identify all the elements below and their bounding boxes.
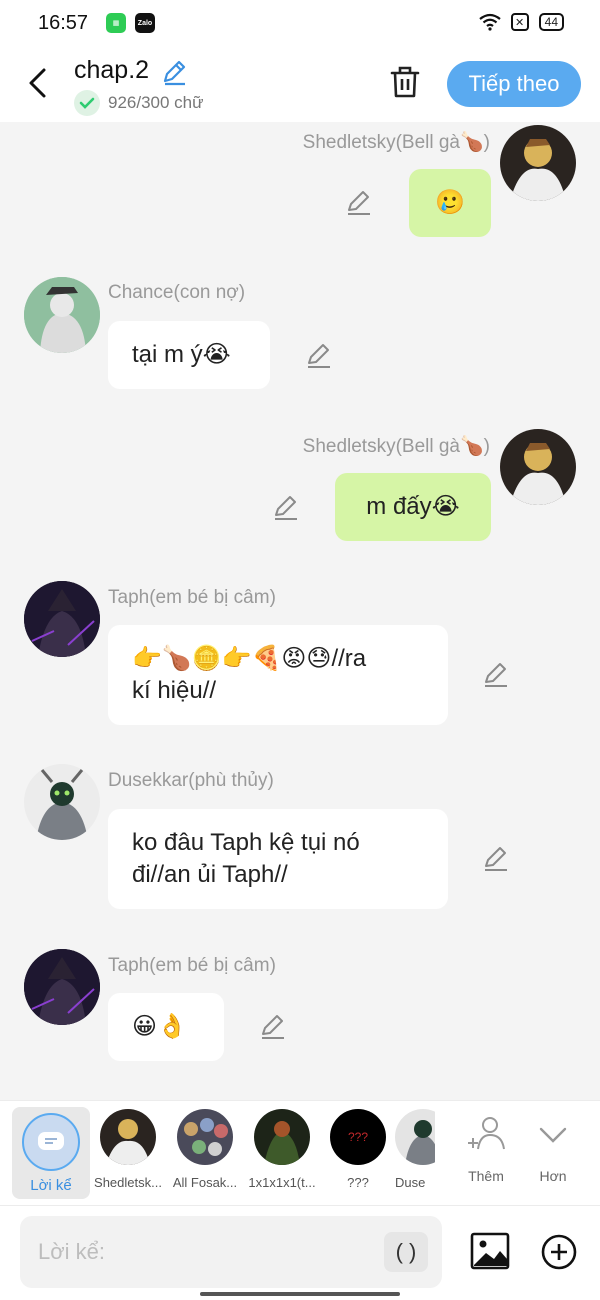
character-avatar: ??? xyxy=(330,1109,386,1165)
message-bubble[interactable]: tại m ý😭 xyxy=(108,321,270,389)
character-avatar xyxy=(177,1109,233,1165)
character-1x1x1x1[interactable]: 1x1x1x1(t... xyxy=(242,1109,322,1190)
battery-icon: 44 xyxy=(538,13,564,31)
character-shedletsky[interactable]: Shedletsk... xyxy=(88,1109,168,1190)
header: chap.2 926/300 chữ Tiếp theo xyxy=(0,48,600,122)
image-icon[interactable] xyxy=(470,1231,510,1271)
character-avatar xyxy=(254,1109,310,1165)
narration-input[interactable] xyxy=(38,1234,378,1270)
add-icon[interactable] xyxy=(540,1233,578,1271)
avatar-chance[interactable] xyxy=(24,277,100,353)
input-bar: ( ) xyxy=(0,1206,600,1300)
chat-area[interactable]: Shedletsky(Bell gà🍗) 🥲 Chance(con nợ) tạ… xyxy=(0,122,600,1100)
wifi-icon xyxy=(478,13,501,31)
status-icons: ✕ 44 xyxy=(478,13,564,31)
character-label: Duse xyxy=(395,1175,426,1190)
message-bubble[interactable]: 😀👌 xyxy=(108,993,224,1061)
message-bubble[interactable]: 👉🍗🪙👉🍕😡😓//ra kí hiệu// xyxy=(108,625,448,725)
message-text-line: 👉🍗🪙👉🍕😡😓//ra xyxy=(132,645,367,672)
next-button[interactable]: Tiếp theo xyxy=(447,61,581,107)
character-label: ??? xyxy=(347,1175,369,1190)
add-character-label: Thêm xyxy=(468,1168,504,1184)
avatar-taph[interactable] xyxy=(24,949,100,1025)
character-unknown[interactable]: ??? ??? xyxy=(318,1109,398,1190)
message-bubble[interactable]: m đấy😭 xyxy=(335,473,491,541)
add-character-button[interactable]: Thêm xyxy=(458,1113,514,1184)
message-text-line: kí hiệu// xyxy=(132,677,217,704)
collapse-label: Hơn xyxy=(539,1168,567,1184)
character-all-fosak[interactable]: All Fosak... xyxy=(165,1109,245,1190)
message-author: Chance(con nợ) xyxy=(108,282,246,303)
back-arrow-icon[interactable] xyxy=(24,66,52,100)
avatar-shedletsky[interactable] xyxy=(500,125,576,201)
message-text: 🥲 xyxy=(435,189,465,216)
trash-icon[interactable] xyxy=(388,64,422,100)
zalo-app-icon: Zalo xyxy=(135,13,155,33)
input-box: ( ) xyxy=(20,1216,442,1288)
message-author: Shedletsky(Bell gà🍗) xyxy=(302,132,490,153)
sheets-app-icon: ▦ xyxy=(106,13,126,33)
character-selector: Lời kể Shedletsk... All Fosak... 1x1x1x1… xyxy=(0,1100,600,1206)
character-label: All Fosak... xyxy=(172,1175,238,1190)
message-text: 😀👌 xyxy=(132,1013,187,1040)
chapter-title: chap.2 xyxy=(74,56,150,84)
edit-title-icon[interactable] xyxy=(160,58,188,86)
message-text-line: ko đâu Taph kệ tụi nó xyxy=(132,829,360,856)
character-avatar xyxy=(100,1109,156,1165)
avatar-taph[interactable] xyxy=(24,581,100,657)
narrator-tab[interactable]: Lời kể xyxy=(12,1107,90,1199)
avatar-shedletsky[interactable] xyxy=(500,429,576,505)
status-time: 16:57 xyxy=(38,12,89,34)
edit-message-icon[interactable] xyxy=(482,661,510,689)
message-author: Shedletsky(Bell gà🍗) xyxy=(302,436,490,457)
add-person-icon xyxy=(468,1117,505,1150)
edit-message-icon[interactable] xyxy=(305,342,333,370)
chevron-down-icon xyxy=(539,1127,567,1143)
narrator-icon xyxy=(22,1113,80,1171)
collapse-button[interactable]: Hơn xyxy=(525,1113,581,1184)
word-count-text: 926/300 chữ xyxy=(108,93,204,112)
check-icon xyxy=(74,90,100,116)
message-text-line: đi//an ủi Taph// xyxy=(132,861,288,888)
status-bar: 16:57 ▦ Zalo ✕ 44 xyxy=(0,0,600,48)
edit-message-icon[interactable] xyxy=(482,845,510,873)
message-text: tại m ý😭 xyxy=(132,341,231,368)
message-author: Taph(em bé bị câm) xyxy=(108,955,276,976)
message-text: m đấy😭 xyxy=(366,493,460,520)
word-count: 926/300 chữ xyxy=(74,90,204,116)
home-indicator[interactable] xyxy=(200,1292,400,1296)
character-dusekkar[interactable]: Duse xyxy=(395,1109,435,1190)
avatar-dusekkar[interactable] xyxy=(24,764,100,840)
sim-icon: ✕ xyxy=(510,13,529,31)
message-bubble[interactable]: 🥲 xyxy=(409,169,491,237)
edit-message-icon[interactable] xyxy=(345,189,373,217)
narrator-label: Lời kể xyxy=(30,1177,72,1194)
message-author: Dusekkar(phù thủy) xyxy=(108,770,274,791)
message-bubble[interactable]: ko đâu Taph kệ tụi nó đi//an ủi Taph// xyxy=(108,809,448,909)
character-label: 1x1x1x1(t... xyxy=(248,1175,316,1190)
character-avatar xyxy=(395,1109,435,1165)
message-author: Taph(em bé bị câm) xyxy=(108,587,276,608)
edit-message-icon[interactable] xyxy=(259,1013,287,1041)
edit-message-icon[interactable] xyxy=(272,494,300,522)
parenthesis-button[interactable]: ( ) xyxy=(384,1232,428,1272)
character-label: Shedletsk... xyxy=(94,1175,162,1190)
